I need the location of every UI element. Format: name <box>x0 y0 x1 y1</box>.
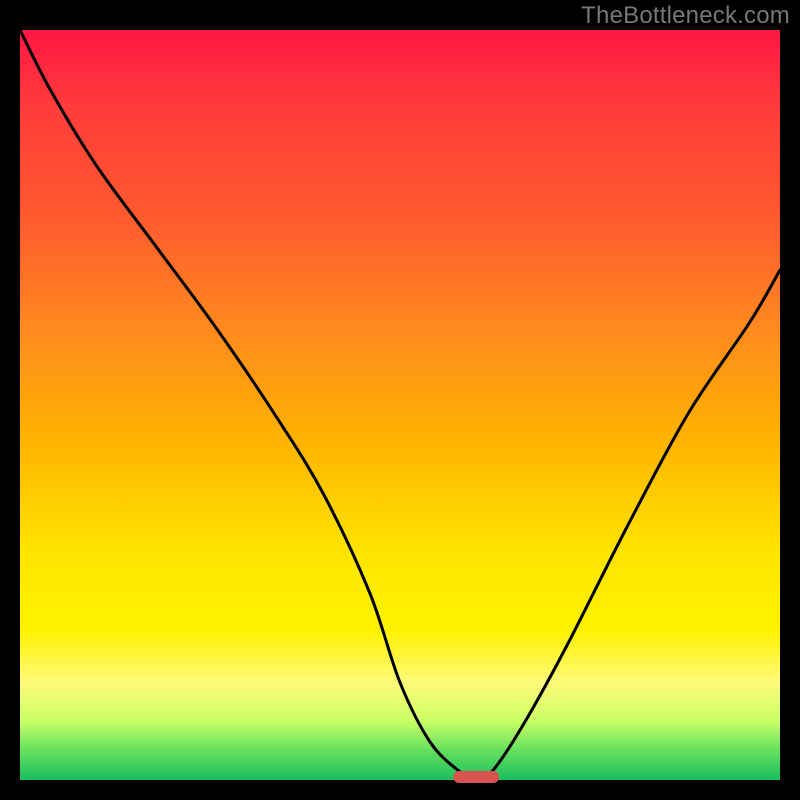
watermark-text: TheBottleneck.com <box>581 2 790 30</box>
plot-area <box>20 30 780 780</box>
bottleneck-curve-path <box>20 30 780 780</box>
curve-svg <box>20 30 780 780</box>
chart-frame: TheBottleneck.com <box>0 0 800 800</box>
optimum-marker <box>453 771 499 783</box>
